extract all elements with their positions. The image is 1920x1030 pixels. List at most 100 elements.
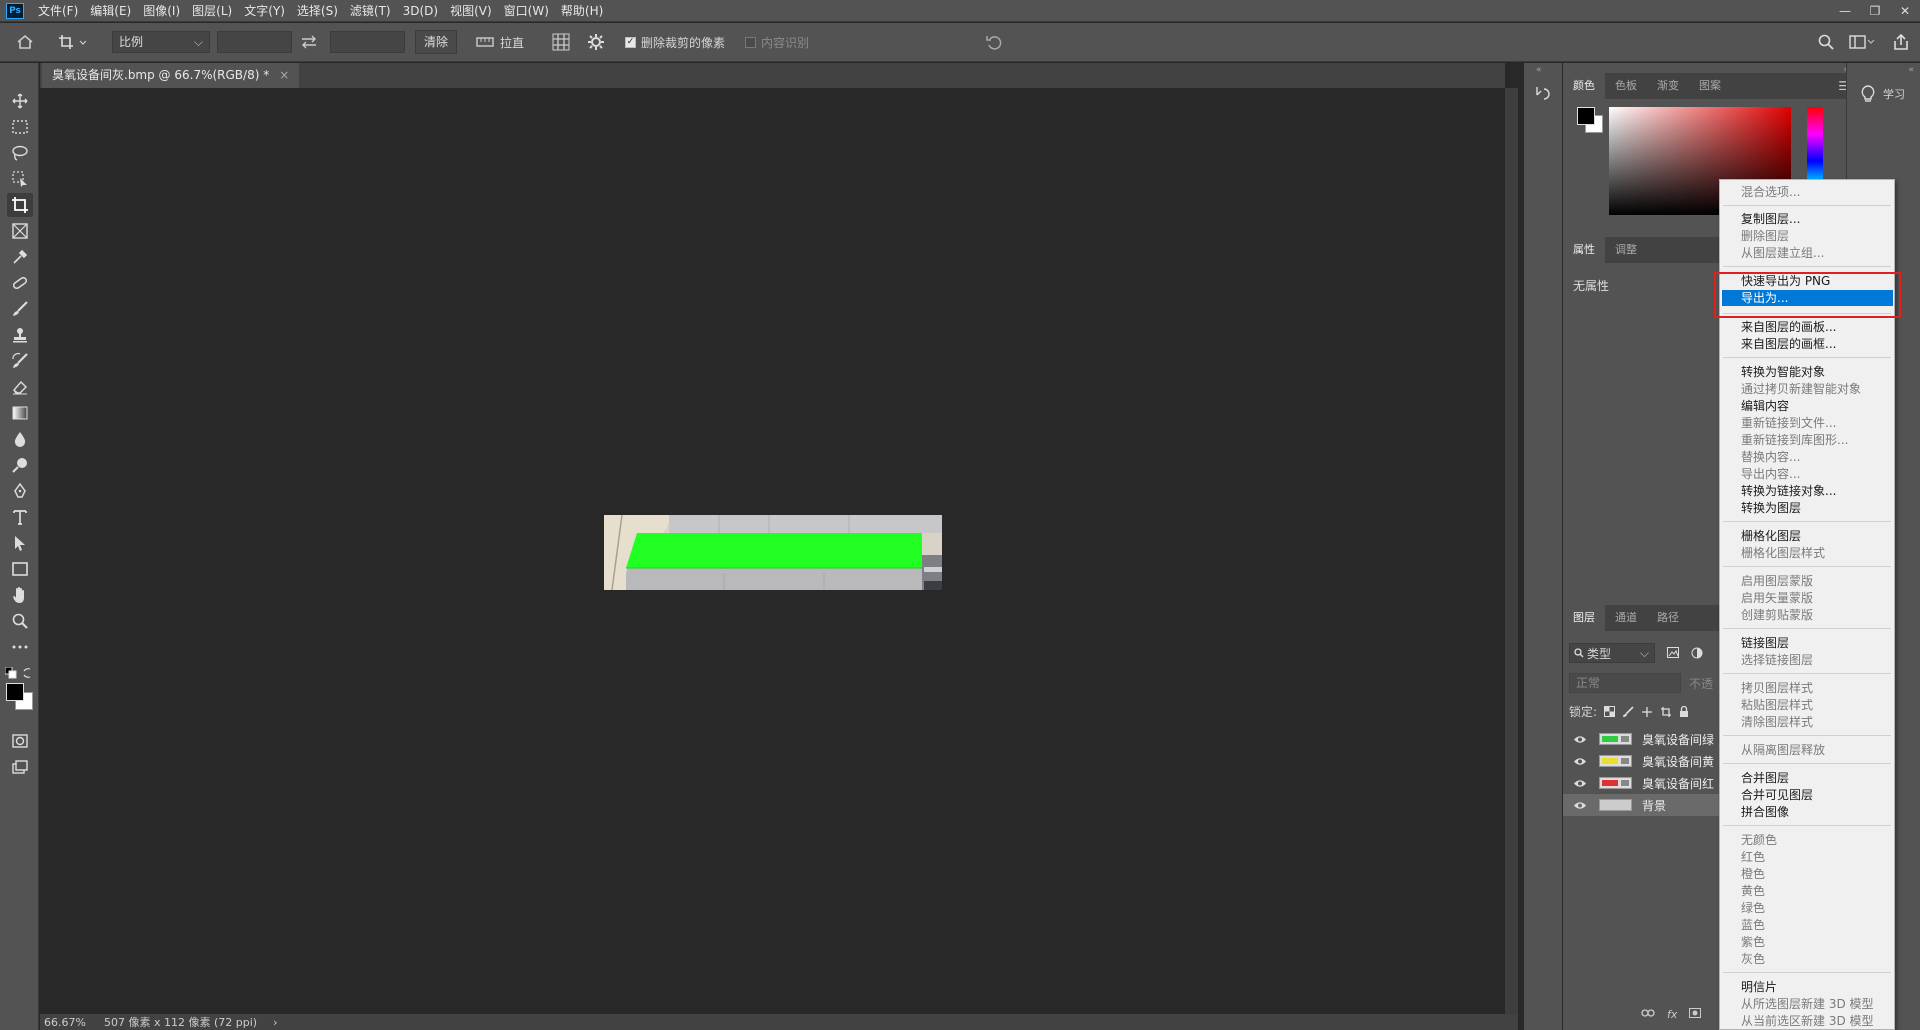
rectangle-tool-icon[interactable] [7,557,33,581]
menu-type[interactable]: 文字(Y) [238,0,291,22]
layer-filter-select[interactable]: 类型 ⌵ [1569,643,1655,663]
layer-row[interactable]: 臭氧设备间绿 [1563,728,1721,750]
lock-image-icon[interactable] [1622,705,1634,718]
default-colors-icon[interactable] [5,667,17,679]
swap-icon[interactable] [300,31,318,53]
menu-item-create-clipping-mask[interactable]: 创建剪贴蒙版 [1741,608,1813,622]
layer-row[interactable]: 臭氧设备间红 [1563,772,1721,794]
menu-item-enable-vector-mask[interactable]: 启用矢量蒙版 [1741,591,1813,605]
menu-item-frame-from-layers[interactable]: 来自图层的画框... [1741,337,1836,351]
search-icon[interactable] [1818,31,1834,53]
filter-adjustment-icon[interactable] [1691,647,1703,659]
workspace-icon[interactable] [1849,31,1875,53]
menu-item-rasterize-layer-style[interactable]: 栅格化图层样式 [1741,546,1825,560]
marquee-tool-icon[interactable] [7,115,33,139]
zoom-tool-icon[interactable] [7,609,33,633]
visibility-eye-icon[interactable] [1573,779,1587,788]
tab-swatches[interactable]: 色板 [1605,73,1647,99]
path-selection-tool-icon[interactable] [7,531,33,555]
menu-item-violet[interactable]: 紫色 [1741,935,1765,949]
menu-select[interactable]: 选择(S) [291,0,344,22]
lock-all-icon[interactable] [1679,705,1689,718]
menu-item-link-layers[interactable]: 链接图层 [1741,636,1789,650]
lasso-tool-icon[interactable] [7,141,33,165]
visibility-eye-icon[interactable] [1573,735,1587,744]
layer-style-icon[interactable]: fx [1667,1008,1677,1021]
menu-edit[interactable]: 编辑(E) [84,0,137,22]
crop-tool-icon[interactable] [7,193,33,217]
clone-stamp-tool-icon[interactable] [7,323,33,347]
menu-item-paste-layer-style[interactable]: 粘贴图层样式 [1741,698,1813,712]
more-tools-icon[interactable] [7,635,33,659]
menu-item-relink-to-file[interactable]: 重新链接到文件... [1741,416,1836,430]
width-field[interactable] [217,31,292,53]
close-tab-icon[interactable]: × [279,63,289,88]
menu-layer[interactable]: 图层(L) [186,0,238,22]
quick-mask-icon[interactable] [7,729,33,753]
menu-item-red[interactable]: 红色 [1741,850,1765,864]
collapse-arrows-icon[interactable]: « [1536,65,1542,75]
menu-item-rasterize-layer[interactable]: 栅格化图层 [1741,529,1801,543]
zoom-level[interactable]: 66.67% [44,1016,102,1029]
status-menu-arrow[interactable]: › [273,1016,277,1029]
menu-item-duplicate-layer[interactable]: 复制图层... [1741,212,1800,226]
straighten-button[interactable]: 拉直 [476,31,524,53]
tab-paths[interactable]: 路径 [1647,605,1689,631]
pen-tool-icon[interactable] [7,479,33,503]
menu-item-green[interactable]: 绿色 [1741,901,1765,915]
reset-icon[interactable] [985,31,1003,53]
menu-item-edit-contents[interactable]: 编辑内容 [1741,399,1789,413]
tab-adjustments[interactable]: 调整 [1605,237,1647,263]
height-field[interactable] [330,31,405,53]
collapse-strip-icon[interactable]: « [1908,65,1914,75]
menu-help[interactable]: 帮助(H) [555,0,609,22]
menu-item-convert-to-linked[interactable]: 转换为链接对象... [1741,484,1836,498]
restore-button[interactable]: ❐ [1860,0,1890,22]
type-tool-icon[interactable] [7,505,33,529]
close-button[interactable]: ✕ [1890,0,1920,22]
foreground-color-swatch[interactable] [6,683,24,701]
visibility-eye-icon[interactable] [1573,757,1587,766]
tab-gradients[interactable]: 渐变 [1647,73,1689,99]
menu-item-convert-to-layers[interactable]: 转换为图层 [1741,501,1801,515]
link-layers-icon[interactable] [1641,1008,1655,1018]
document-tab[interactable]: 臭氧设备间灰.bmp @ 66.7%(RGB/8) * × [42,63,300,88]
menu-filter[interactable]: 滤镜(T) [344,0,397,22]
lock-position-icon[interactable] [1641,706,1653,718]
menu-item-group-from-layers[interactable]: 从图层建立组... [1741,246,1824,260]
menu-item-clear-layer-style[interactable]: 清除图层样式 [1741,715,1813,729]
menu-item-orange[interactable]: 橙色 [1741,867,1765,881]
gradient-tool-icon[interactable] [7,401,33,425]
menu-item-3d-from-selection[interactable]: 从当前选区新建 3D 模型 [1741,1014,1874,1028]
menu-item-3d-from-layer[interactable]: 从所选图层新建 3D 模型 [1741,997,1874,1011]
tab-layers[interactable]: 图层 [1563,605,1605,631]
menu-item-delete-layer[interactable]: 删除图层 [1741,229,1789,243]
menu-item-gray[interactable]: 灰色 [1741,952,1765,966]
frame-tool-icon[interactable] [7,219,33,243]
learn-button[interactable]: 学习 [1861,85,1905,103]
menu-file[interactable]: 文件(F) [32,0,84,22]
menu-item-relink-to-library[interactable]: 重新链接到库图形... [1741,433,1848,447]
filter-pixel-icon[interactable] [1667,647,1679,658]
crop-tool-preset[interactable] [58,31,88,53]
menu-item-no-color[interactable]: 无颜色 [1741,833,1777,847]
eraser-tool-icon[interactable] [7,375,33,399]
tab-color[interactable]: 颜色 [1563,73,1605,99]
layer-row-selected[interactable]: 背景 [1563,794,1721,816]
lock-artboard-icon[interactable] [1660,706,1672,718]
eyedropper-tool-icon[interactable] [7,245,33,269]
grid-overlay-icon[interactable] [552,31,570,53]
brush-tool-icon[interactable] [7,297,33,321]
menu-image[interactable]: 图像(I) [137,0,186,22]
tab-patterns[interactable]: 图案 [1689,73,1731,99]
add-mask-icon[interactable] [1689,1008,1702,1018]
menu-item-blue[interactable]: 蓝色 [1741,918,1765,932]
color-panel-foreground-swatch[interactable] [1577,107,1595,125]
blend-mode-select[interactable]: 正常 [1569,673,1681,693]
menu-item-blending-options[interactable]: 混合选项... [1741,185,1800,199]
share-icon[interactable] [1893,31,1909,53]
menu-item-postcard[interactable]: 明信片 [1741,980,1777,994]
menu-item-convert-smart-object[interactable]: 转换为智能对象 [1741,365,1825,379]
menu-view[interactable]: 视图(V) [444,0,498,22]
content-aware-checkbox[interactable]: 内容识别 [745,31,809,53]
